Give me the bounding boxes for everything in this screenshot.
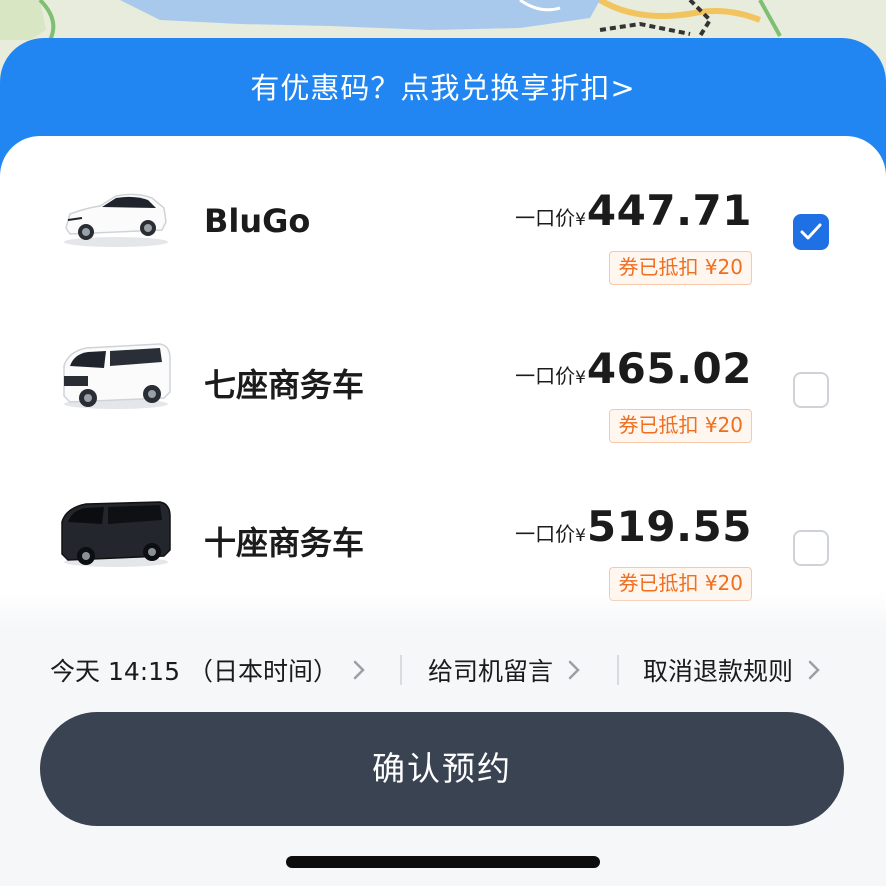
promo-code-link[interactable]: 有优惠码？点我兑换享折扣> [0,38,886,138]
refund-policy-label: 取消退款规则 [643,657,794,686]
vehicle-name: 十座商务车 [204,524,365,562]
price-prefix: 一口价 [515,522,576,546]
price-currency: ¥ [575,526,586,546]
vehicle-checkbox[interactable] [793,214,829,250]
vehicle-price: 一口价 ¥ 447.71 [515,186,752,235]
black-van-icon [56,484,176,574]
vehicle-list: BluGo 一口价 ¥ 447.71 券已抵扣 ¥20 七座商务车 一口价 ¥ … [0,136,886,626]
refund-policy-option[interactable]: 取消退款规则 [643,650,821,690]
vehicle-checkbox[interactable] [793,372,829,408]
vehicle-option-blugo[interactable]: BluGo 一口价 ¥ 447.71 券已抵扣 ¥20 [0,150,886,300]
divider [617,655,619,685]
price-prefix: 一口价 [515,364,576,388]
confirm-booking-button[interactable]: 确认预约 [40,712,844,826]
coupon-badge: 券已抵扣 ¥20 [609,251,752,285]
checkmark-icon [800,223,822,240]
price-currency: ¥ [575,368,586,388]
vehicle-price: 一口价 ¥ 519.55 [515,502,752,551]
chevron-right-icon [353,660,365,680]
divider [400,655,402,685]
vehicle-checkbox[interactable] [793,530,829,566]
chevron-right-icon [568,660,580,680]
vehicle-price: 一口价 ¥ 465.02 [515,344,752,393]
home-indicator[interactable] [286,856,600,868]
driver-message-option[interactable]: 给司机留言 [428,650,581,690]
pickup-time-option[interactable]: 今天 14:15 （日本时间） [50,650,366,690]
vehicle-name: BluGo [204,202,311,240]
vehicle-name: 七座商务车 [204,366,365,404]
chevron-right-icon [808,660,820,680]
list-fade [0,592,886,628]
vehicle-option-seven-seat[interactable]: 七座商务车 一口价 ¥ 465.02 券已抵扣 ¥20 [0,308,886,458]
price-prefix: 一口价 [515,206,576,230]
price-value: 519.55 [586,502,752,551]
pickup-time-label: 今天 14:15 （日本时间） [50,657,338,686]
white-sedan-car-icon [56,168,176,258]
price-value: 447.71 [586,186,752,235]
white-minivan-icon [56,326,176,416]
driver-message-label: 给司机留言 [428,657,554,686]
price-currency: ¥ [575,210,586,230]
price-value: 465.02 [586,344,752,393]
coupon-badge: 券已抵扣 ¥20 [609,409,752,443]
